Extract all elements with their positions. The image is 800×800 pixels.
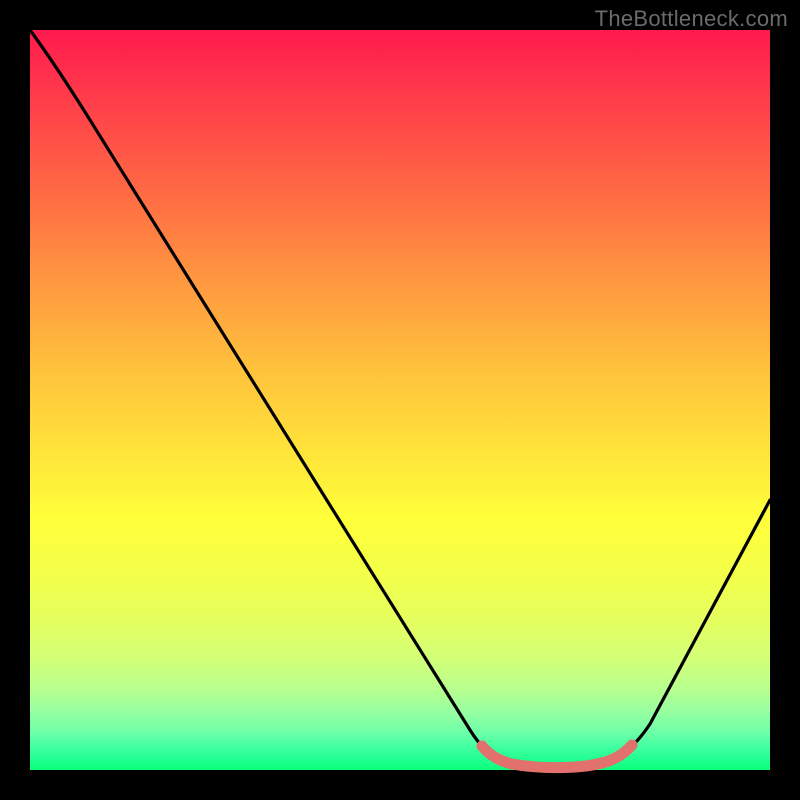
plot-area <box>30 30 770 770</box>
watermark-text: TheBottleneck.com <box>595 6 788 32</box>
bottleneck-curve <box>30 30 770 767</box>
chart-frame: TheBottleneck.com <box>0 0 800 800</box>
optimal-range-marker <box>482 745 632 768</box>
chart-svg <box>30 30 770 770</box>
